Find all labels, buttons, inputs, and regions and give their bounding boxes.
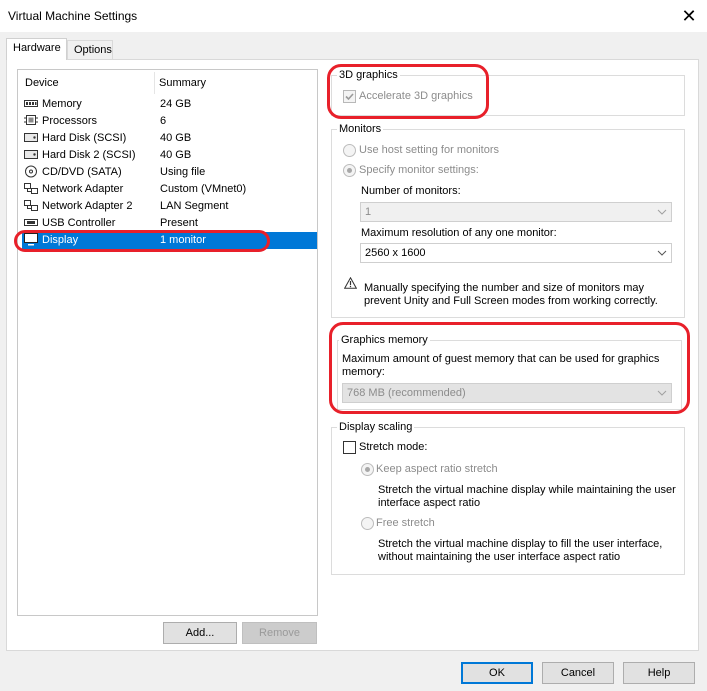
title-bar: Virtual Machine Settings ✕: [0, 0, 707, 32]
graphics-memory-select[interactable]: 768 MB (recommended): [342, 383, 672, 403]
device-name: USB Controller: [42, 217, 116, 229]
close-icon[interactable]: ✕: [677, 4, 701, 28]
device-row-memory[interactable]: Memory 24 GB: [24, 96, 316, 113]
number-of-monitors-value: 1: [365, 206, 372, 218]
tab-options-label: Options: [74, 44, 112, 56]
checkmark-icon: [345, 93, 354, 101]
device-row-hard-disk-2[interactable]: Hard Disk 2 (SCSI) 40 GB: [24, 147, 316, 164]
device-name: Memory: [42, 98, 82, 110]
device-name: CD/DVD (SATA): [42, 166, 122, 178]
device-summary: 40 GB: [160, 149, 192, 161]
hard-disk-icon: [24, 133, 38, 142]
use-host-monitors-radio[interactable]: [343, 144, 356, 157]
warning-icon: [344, 277, 357, 289]
3d-graphics-group-title: 3D graphics: [337, 69, 400, 81]
device-summary: 1 monitor: [160, 234, 206, 246]
device-name: Hard Disk 2 (SCSI): [42, 149, 136, 161]
add-device-button[interactable]: Add...: [163, 622, 237, 644]
header-divider: [154, 72, 155, 94]
stretch-mode-label: Stretch mode:: [359, 441, 428, 453]
device-row-cd-dvd[interactable]: CD/DVD (SATA) Using file: [24, 164, 316, 181]
summary-column-header[interactable]: Summary: [159, 77, 206, 89]
graphics-memory-value: 768 MB (recommended): [347, 387, 466, 399]
ok-label: OK: [489, 667, 505, 679]
cancel-label: Cancel: [560, 667, 596, 679]
device-summary: LAN Segment: [160, 200, 229, 212]
device-summary: 6: [160, 115, 167, 127]
device-summary: Present: [160, 217, 198, 229]
device-summary: 24 GB: [160, 98, 192, 110]
radio-dot: [365, 467, 370, 472]
keep-aspect-desc-line2: interface aspect ratio: [378, 497, 481, 509]
free-stretch-desc-line2: without maintaining the user interface a…: [378, 551, 621, 563]
specify-monitors-radio[interactable]: [343, 164, 356, 177]
vm-settings-window: Virtual Machine Settings ✕ Hardware Opti…: [0, 0, 707, 691]
device-row-network-adapter[interactable]: Network Adapter Custom (VMnet0): [24, 181, 316, 198]
stretch-mode-checkbox[interactable]: [343, 441, 356, 454]
remove-device-button[interactable]: Remove: [242, 622, 317, 644]
graphics-memory-desc-line1: Maximum amount of guest memory that can …: [342, 353, 660, 365]
remove-device-label: Remove: [259, 627, 300, 639]
memory-icon: [24, 100, 38, 107]
free-stretch-label: Free stretch: [376, 517, 435, 529]
specify-monitors-label: Specify monitor settings:: [359, 164, 479, 176]
device-row-processors[interactable]: Processors 6: [24, 113, 316, 130]
device-row-network-adapter-2[interactable]: Network Adapter 2 LAN Segment: [24, 198, 316, 215]
keep-aspect-desc-line1: Stretch the virtual machine display whil…: [378, 484, 676, 496]
add-device-label: Add...: [185, 627, 215, 639]
graphics-memory-group-title: Graphics memory: [339, 334, 430, 346]
device-name: Network Adapter: [42, 183, 124, 195]
device-name: Display: [42, 234, 79, 246]
network-adapter-icon: [24, 200, 38, 211]
device-row-usb-controller[interactable]: USB Controller Present: [24, 215, 316, 232]
monitor-warning-line1: Manually specifying the number and size …: [364, 282, 645, 294]
device-name: Network Adapter 2: [42, 200, 133, 212]
display-icon: [24, 233, 38, 246]
device-name: Hard Disk (SCSI): [42, 132, 127, 144]
processor-icon: [24, 115, 38, 125]
device-list[interactable]: Device Summary Memory 24 GB Processors 6…: [17, 69, 318, 616]
monitors-group-title: Monitors: [337, 123, 384, 135]
chevron-down-icon: [657, 209, 667, 215]
max-resolution-select[interactable]: 2560 x 1600: [360, 243, 672, 263]
radio-dot: [347, 168, 352, 173]
monitor-warning-line2: prevent Unity and Full Screen modes from…: [364, 295, 658, 307]
device-row-hard-disk[interactable]: Hard Disk (SCSI) 40 GB: [24, 130, 316, 147]
cancel-button[interactable]: Cancel: [542, 662, 614, 684]
help-button[interactable]: Help: [623, 662, 695, 684]
help-label: Help: [647, 667, 671, 679]
keep-aspect-radio[interactable]: [361, 463, 374, 476]
tab-options[interactable]: Options: [67, 40, 113, 60]
use-host-monitors-label: Use host setting for monitors: [359, 144, 500, 156]
free-stretch-radio[interactable]: [361, 517, 374, 530]
tab-hardware-label: Hardware: [13, 42, 61, 54]
usb-icon: [24, 219, 38, 226]
accelerate-3d-label: Accelerate 3D graphics: [359, 90, 473, 102]
chevron-down-icon: [657, 250, 667, 256]
hard-disk-icon: [24, 150, 38, 159]
device-row-display[interactable]: Display 1 monitor: [22, 232, 317, 249]
free-stretch-desc-line1: Stretch the virtual machine display to f…: [378, 538, 663, 550]
device-summary: Custom (VMnet0): [160, 183, 247, 195]
number-of-monitors-label: Number of monitors:: [361, 185, 461, 197]
max-resolution-value: 2560 x 1600: [365, 247, 426, 259]
cd-dvd-icon: [25, 165, 37, 178]
device-summary: Using file: [160, 166, 206, 178]
accelerate-3d-checkbox[interactable]: [343, 90, 356, 103]
max-resolution-label: Maximum resolution of any one monitor:: [361, 227, 557, 239]
ok-button[interactable]: OK: [461, 662, 533, 684]
graphics-memory-desc-line2: memory:: [342, 366, 385, 378]
device-name: Processors: [42, 115, 98, 127]
chevron-down-icon: [657, 390, 667, 396]
keep-aspect-label: Keep aspect ratio stretch: [376, 463, 498, 475]
display-scaling-group-title: Display scaling: [337, 421, 415, 433]
network-adapter-icon: [24, 183, 38, 194]
device-column-header[interactable]: Device: [25, 77, 59, 89]
device-summary: 40 GB: [160, 132, 192, 144]
tab-hardware[interactable]: Hardware: [6, 38, 67, 60]
number-of-monitors-select[interactable]: 1: [360, 202, 672, 222]
window-title: Virtual Machine Settings: [8, 9, 138, 23]
